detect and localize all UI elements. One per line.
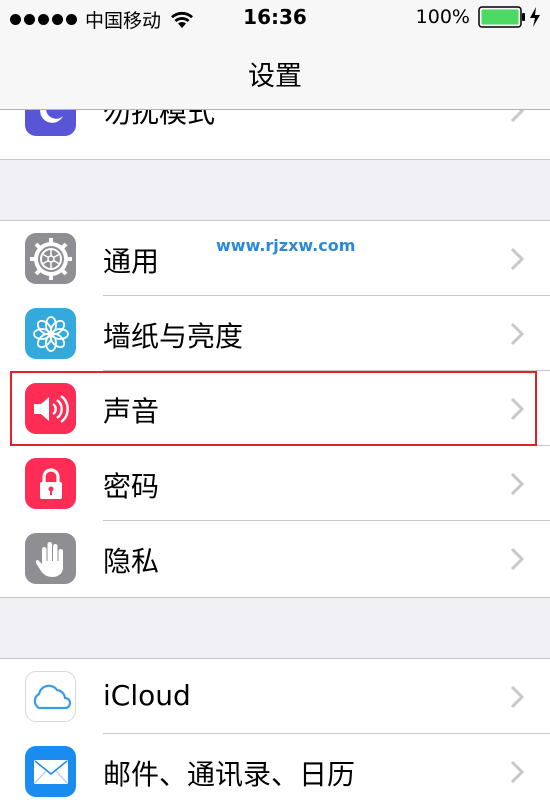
- flower-icon: [25, 308, 76, 359]
- chevron-right-icon: [510, 472, 524, 496]
- settings-group-accounts: iCloud 邮件、通讯录、日历: [0, 658, 550, 808]
- settings-row-icloud[interactable]: iCloud: [0, 659, 550, 734]
- settings-row-label: 邮件、通讯录、日历: [103, 758, 356, 791]
- chevron-right-icon: [510, 247, 524, 271]
- mail-icon: [25, 746, 76, 797]
- settings-row-passcode[interactable]: 密码: [0, 446, 550, 521]
- battery-percent: 100%: [415, 6, 470, 28]
- battery-icon: [478, 6, 525, 28]
- settings-row-sounds[interactable]: 声音: [0, 371, 550, 446]
- chevron-right-icon: [510, 760, 524, 784]
- settings-row-privacy[interactable]: 隐私: [0, 521, 550, 596]
- status-bar: 中国移动 16:36 100%: [0, 0, 550, 36]
- gear-icon: [25, 233, 76, 284]
- chevron-right-icon: [510, 547, 524, 571]
- settings-row-mail-contacts-calendars[interactable]: 邮件、通讯录、日历: [0, 734, 550, 808]
- settings-row-label: iCloud: [103, 679, 191, 712]
- navigation-bar: 设置: [0, 36, 550, 110]
- charging-bolt-icon: [530, 7, 540, 27]
- hand-icon: [25, 533, 76, 584]
- chevron-right-icon: [510, 322, 524, 346]
- status-right: 100%: [416, 6, 542, 28]
- lock-icon: [25, 458, 76, 509]
- settings-row-do-not-disturb[interactable]: 勿扰模式: [0, 110, 550, 148]
- chevron-right-icon: [510, 397, 524, 421]
- moon-icon: [25, 110, 76, 136]
- settings-row-label: 隐私: [103, 545, 160, 578]
- settings-row-label: 勿扰模式: [103, 110, 216, 129]
- settings-row-label: 密码: [103, 470, 160, 503]
- settings-row-label: 通用: [103, 245, 160, 278]
- page-title: 设置: [248, 61, 302, 92]
- settings-group-system: 通用 墙纸与亮度 声音 密码 隐私: [0, 220, 550, 598]
- chevron-right-icon: [510, 110, 524, 123]
- cloud-icon: [25, 671, 76, 722]
- settings-row-label: 墙纸与亮度: [103, 320, 244, 353]
- settings-group-focus: 勿扰模式: [0, 110, 550, 160]
- settings-row-label: 声音: [103, 395, 160, 428]
- chevron-right-icon: [510, 685, 524, 709]
- watermark-text: www.rjzxw.com: [216, 236, 356, 255]
- speaker-icon: [25, 383, 76, 434]
- settings-row-wallpaper-brightness[interactable]: 墙纸与亮度: [0, 296, 550, 371]
- settings-row-general[interactable]: 通用: [0, 221, 550, 296]
